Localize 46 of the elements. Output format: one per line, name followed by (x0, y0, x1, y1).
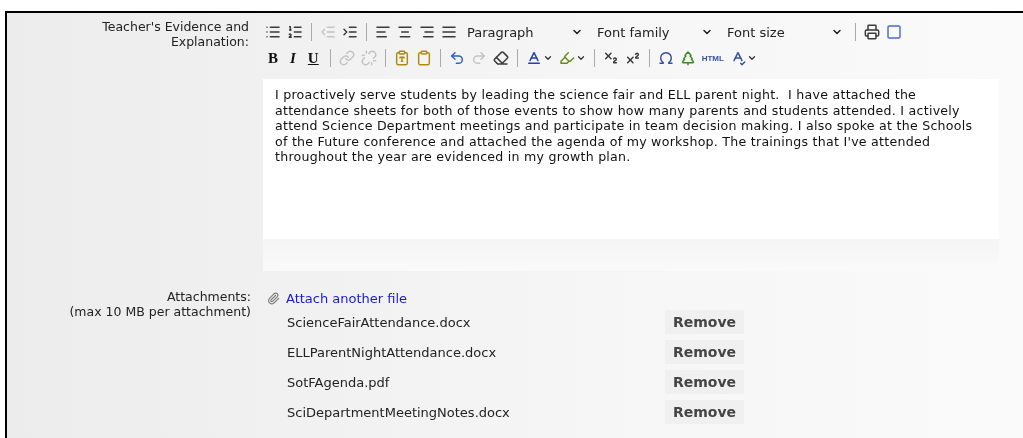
bullet-list-icon (265, 24, 281, 40)
dropdown-select[interactable]: Paragraph (461, 24, 589, 40)
align-left-icon (375, 24, 391, 40)
paste-text-icon (393, 50, 410, 66)
tree-icon (679, 50, 696, 66)
attach-file-link[interactable]: Attach another file (267, 289, 1023, 307)
paperclip-icon (267, 291, 280, 305)
editor-text[interactable]: I proactively serve students by leading the science fair and ELL parent night. I have attached the attendance sheets for both of those events to show how many parents and students attended. I actively attend Science Department meetings and participate in team decision making. I also spoke at the Schools of the Future conference and attached the agenda of my workshop. The trainings that I've attended throughout the year are evidenced in my growth plan. (263, 79, 999, 239)
field-hint: (max 10 MB per attachment) (69, 304, 251, 319)
field-label: Attachments: (167, 289, 251, 304)
undo-icon (448, 50, 465, 66)
caret-icon (575, 53, 586, 63)
unlink-icon (360, 50, 377, 66)
printer-button[interactable] (862, 23, 882, 41)
link-icon (338, 50, 355, 66)
eraser-icon (492, 50, 509, 66)
superscript-icon (624, 50, 641, 66)
file-name: SotFAgenda.pdf (287, 374, 391, 390)
outdent-icon (320, 24, 336, 40)
underline-button[interactable]: U (302, 49, 324, 67)
printer-icon (864, 24, 880, 40)
file-name: SciDepartmentMeetingNotes.docx (287, 404, 511, 420)
numbered-list-icon (287, 24, 303, 40)
italic-button[interactable]: I (285, 49, 301, 67)
caret-icon (542, 53, 553, 63)
remove-button[interactable]: Remove (665, 310, 745, 334)
redo-icon (470, 50, 487, 66)
indent-icon (342, 24, 358, 40)
bold-button[interactable]: B (263, 49, 283, 67)
align-center-icon (397, 24, 413, 40)
remove-button[interactable]: Remove (665, 340, 745, 364)
font-color-icon (525, 50, 542, 66)
field-label: Teacher's Evidence and Explanation: (101, 18, 250, 51)
highlighter-icon (558, 50, 575, 66)
dropdown-select[interactable]: Font family (591, 24, 719, 40)
html-button[interactable]: HTML (699, 53, 726, 63)
omega-icon (657, 50, 674, 66)
caret-icon (746, 53, 757, 63)
align-right-icon (419, 24, 435, 40)
subscript-icon (602, 50, 619, 66)
remove-button[interactable]: Remove (665, 370, 745, 394)
file-name: ELLParentNightAttendance.docx (287, 344, 498, 360)
file-name: ScienceFairAttendance.docx (287, 314, 472, 330)
dropdown-select[interactable]: Font size (721, 24, 849, 40)
justify-icon (441, 24, 457, 40)
remove-button[interactable]: Remove (665, 400, 745, 424)
